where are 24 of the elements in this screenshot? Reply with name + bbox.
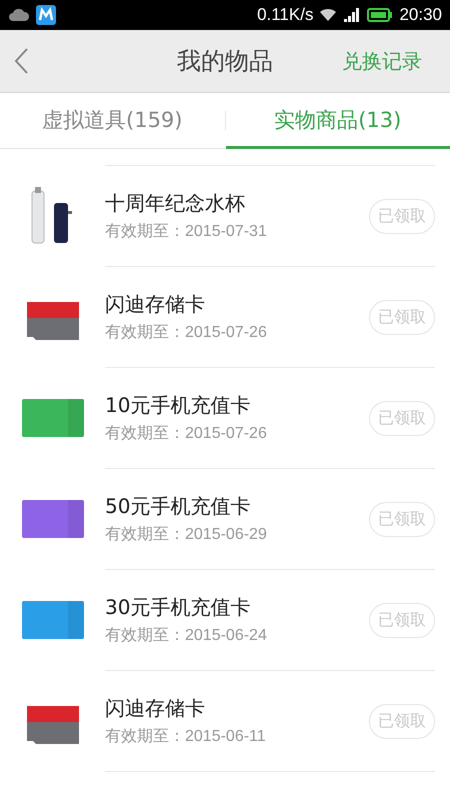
expiry-date: 有效期至：2015-06-11 <box>105 727 267 747</box>
expiry-date: 有效期至：2015-06-24 <box>105 626 268 646</box>
item-name: 闪迪存储卡 <box>105 291 206 318</box>
expiry-date: 有效期至：2015-06-29 <box>105 525 268 545</box>
back-icon[interactable] <box>14 48 28 74</box>
exchange-history-link[interactable]: 兑换记录 <box>342 48 422 74</box>
signal-icon <box>343 8 362 22</box>
battery-icon <box>367 8 394 22</box>
item-name: 10元手机充值卡 <box>105 392 252 419</box>
page-title: 我的物品 <box>177 46 273 77</box>
tab[interactable]: 虚拟道具(159) <box>0 93 224 149</box>
wifi-icon <box>319 8 338 22</box>
item-name: 闪迪存储卡 <box>105 695 206 722</box>
item-name: 十周年纪念水杯 <box>105 190 246 217</box>
expiry-date: 有效期至：2015-07-26 <box>105 323 268 343</box>
item-name: 30元手机充值卡 <box>105 594 252 621</box>
network-speed: 0.11K/s <box>257 5 314 25</box>
tab[interactable]: 实物商品(13) <box>226 93 450 149</box>
clock: 20:30 <box>399 5 442 25</box>
expiry-date: 有效期至：2015-07-26 <box>105 424 268 444</box>
app-icon <box>36 5 56 25</box>
expiry-date: 有效期至：2015-07-31 <box>105 222 268 242</box>
item-name: 50元手机充值卡 <box>105 493 252 520</box>
cloud-icon <box>8 6 30 24</box>
